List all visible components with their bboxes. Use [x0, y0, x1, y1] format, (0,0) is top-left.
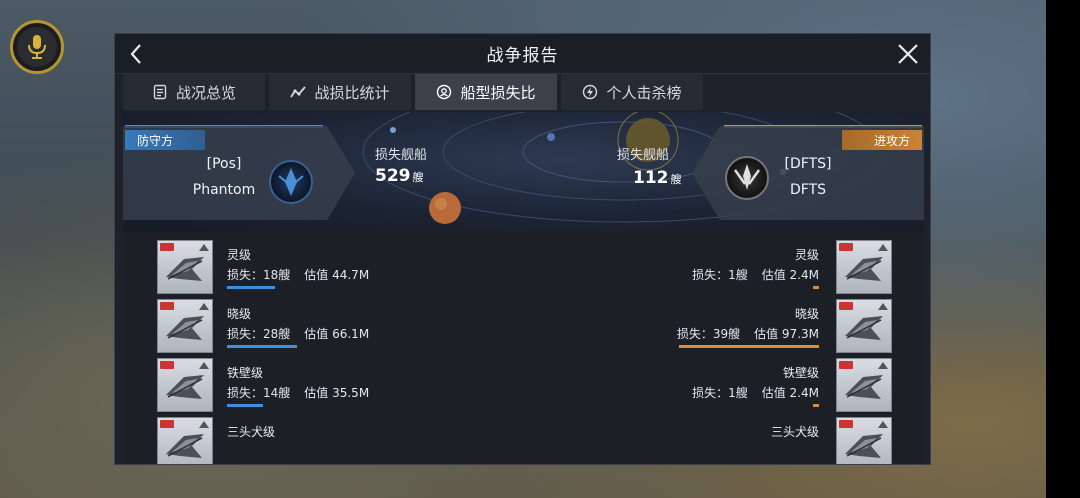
attacker-loss-bar [813, 286, 819, 289]
tab-label: 船型损失比 [460, 83, 536, 102]
right-ship-stats: 损失：1艘 估值 2.4M [692, 384, 819, 401]
defender-ship-name: 灵级 [227, 248, 252, 262]
defender-emblem [269, 160, 313, 204]
attacker-side-label: 进攻方 [842, 130, 922, 150]
defender-loss-bar [227, 286, 275, 289]
estimated-value: 估值 35.5M [304, 386, 370, 400]
war-report-panel: 战争报告 战况总览 战损比统计 船型损失比 个人击杀榜 防守方 进攻方 [Pos… [114, 33, 931, 465]
tab-label: 战况总览 [175, 83, 236, 102]
tab-ship-type-loss[interactable]: 船型损失比 [415, 74, 557, 110]
attacker-ship-name: 铁壁级 [782, 366, 819, 380]
tab-loss-ratio-stats[interactable]: 战损比统计 [269, 74, 411, 110]
attacker-ship-thumbnail[interactable] [836, 240, 892, 294]
attacker-ship-thumbnail[interactable] [836, 299, 892, 353]
back-arrow-icon[interactable] [125, 42, 149, 66]
right-ship-stats: 损失：1艘 估值 2.4M [692, 266, 819, 283]
defender-side-label: 防守方 [125, 130, 205, 150]
ship-row: 晓级损失：28艘 估值 66.1M 晓级损失：39艘 估值 97.3M [123, 299, 924, 357]
tab-overview[interactable]: 战况总览 [123, 74, 265, 110]
estimated-value: 估值 66.1M [304, 327, 370, 341]
defender-ship-thumbnail[interactable] [157, 299, 213, 353]
ship-row: 灵级损失：18艘 估值 44.7M 灵级损失：1艘 估值 2.4M [123, 240, 924, 298]
voice-chat-button[interactable] [10, 20, 64, 74]
defender-ship-name: 铁壁级 [227, 366, 264, 380]
defender-loss-label: 损失舰船 [375, 148, 428, 163]
tab-label: 个人击杀榜 [606, 83, 682, 102]
attacker-loss-count: 112 艘 [633, 168, 682, 188]
attacker-ship-name: 灵级 [794, 248, 819, 262]
tab-personal-kills[interactable]: 个人击杀榜 [561, 74, 703, 110]
attacker-loss-bar [679, 345, 819, 348]
estimated-value: 估值 44.7M [304, 268, 370, 282]
defender-loss-count: 529 艘 [375, 166, 424, 186]
estimated-value: 估值 2.4M [761, 268, 819, 282]
attacker-emblem-icon [733, 164, 761, 190]
lightning-icon [583, 84, 598, 100]
defender-loss-bar [227, 345, 297, 348]
attacker-ship-name: 三头犬级 [770, 425, 819, 439]
ship-row: 铁壁级损失：14艘 估值 35.5M 铁壁级损失：1艘 估值 2.4M [123, 358, 924, 416]
attacker-ship-name: 晓级 [794, 307, 819, 321]
defender-ship-thumbnail[interactable] [157, 240, 213, 294]
ship-type-loss-content: 防守方 进攻方 [Pos] Phantom 损失舰船 529 艘 损失舰船 112… [123, 112, 924, 464]
attacker-loss-label: 损失舰船 [617, 148, 670, 163]
loss-count: 损失：1艘 [692, 386, 748, 400]
attacker-name: DFTS [789, 182, 827, 198]
tab-bar: 战况总览 战损比统计 船型损失比 个人击杀榜 [115, 74, 930, 110]
attacker-ship-thumbnail[interactable] [836, 417, 892, 464]
attacker-tag: [DFTS] [784, 156, 832, 172]
loss-count: 损失：28艘 [227, 327, 291, 341]
right-ship-stats: 损失：39艘 估值 97.3M [677, 325, 819, 342]
left-ship-stats: 损失：28艘 估值 66.1M [227, 325, 369, 342]
close-icon[interactable] [896, 42, 920, 66]
left-ship-stats: 损失：14艘 估值 35.5M [227, 384, 369, 401]
defender-ship-thumbnail[interactable] [157, 358, 213, 412]
title-bar: 战争报告 [115, 34, 930, 74]
microphone-icon [28, 35, 46, 59]
left-ship-stats: 损失：18艘 估值 44.7M [227, 266, 369, 283]
battle-summary-banner: 防守方 进攻方 [Pos] Phantom 损失舰船 529 艘 损失舰船 112… [123, 112, 924, 232]
trend-icon [290, 86, 307, 98]
window-title: 战争报告 [486, 46, 559, 66]
defender-name: Phantom [192, 182, 256, 198]
defender-ship-name: 晓级 [227, 307, 252, 321]
loss-count: 损失：18艘 [227, 268, 291, 282]
loss-count: 损失：39艘 [676, 327, 741, 341]
attacker-ship-thumbnail[interactable] [836, 358, 892, 412]
defender-ship-name: 三头犬级 [227, 425, 276, 439]
defender-tag: [Pos] [206, 156, 242, 172]
defender-emblem-icon [278, 168, 304, 196]
document-icon [153, 84, 167, 100]
tab-label: 战损比统计 [314, 83, 390, 102]
defender-ship-thumbnail[interactable] [157, 417, 213, 464]
ship-type-icon [437, 84, 452, 100]
loss-count: 损失：1艘 [692, 268, 748, 282]
ship-loss-list: 灵级 损失：18艘 估值 44.7M 灵级 损失：1艘 估值 2.4M 晓级 损失：28艘 估值… [123, 232, 924, 464]
defender-loss-bar [227, 404, 264, 407]
attacker-loss-bar [813, 404, 819, 407]
estimated-value: 估值 2.4M [761, 386, 819, 400]
screen-edge [1046, 0, 1080, 498]
estimated-value: 估值 97.3M [754, 327, 819, 341]
loss-count: 损失：14艘 [227, 386, 291, 400]
ship-row: 三头犬级 三头犬级 [123, 417, 924, 464]
